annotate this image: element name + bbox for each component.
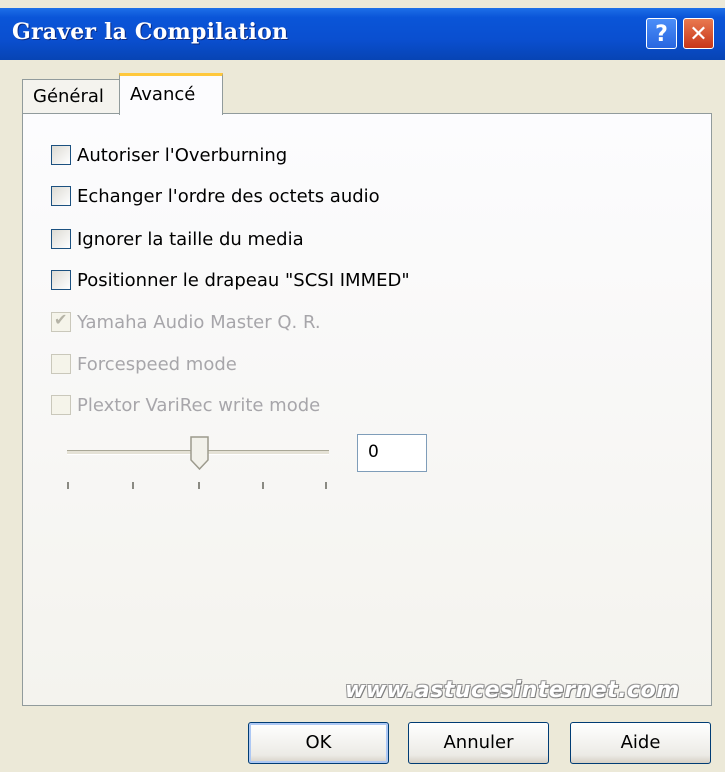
ok-button[interactable]: OK: [248, 722, 389, 764]
option-yamaha-amqr: ✔ Yamaha Audio Master Q. R.: [51, 310, 321, 334]
title-bar[interactable]: Graver la Compilation ? ✕: [0, 8, 725, 60]
watermark-text: www.astucesinternet.com: [345, 678, 680, 703]
slider-thumb[interactable]: [190, 436, 209, 470]
swap-audio-bytes-checkbox[interactable]: [51, 186, 71, 206]
option-overburning[interactable]: Autoriser l'Overburning: [51, 143, 287, 167]
window-title: Graver la Compilation: [12, 19, 289, 45]
cancel-button[interactable]: Annuler: [408, 722, 549, 764]
option-scsi-immed[interactable]: Positionner le drapeau "SCSI IMMED": [51, 268, 410, 292]
option-swap-audio-bytes[interactable]: Echanger l'ordre des octets audio: [51, 184, 380, 208]
option-label: Plextor VariRec write mode: [77, 394, 321, 416]
yamaha-amqr-checkbox: ✔: [51, 310, 71, 332]
slider-tick: [67, 482, 69, 489]
option-label: Ignorer la taille du media: [77, 228, 304, 250]
slider-tick: [198, 482, 200, 489]
checkmark-icon: ✔: [54, 310, 68, 329]
option-label: Positionner le drapeau "SCSI IMMED": [77, 269, 410, 291]
tab-advanced[interactable]: Avancé: [119, 73, 223, 115]
forcespeed-checkbox: [51, 354, 71, 374]
scsi-immed-checkbox[interactable]: [51, 270, 71, 290]
option-label: Forcespeed mode: [77, 353, 237, 375]
slider-tick: [262, 482, 264, 489]
option-label: Yamaha Audio Master Q. R.: [77, 311, 321, 333]
slider-tick: [325, 482, 327, 489]
varirec-slider[interactable]: [63, 436, 333, 496]
option-plextor-varirec: Plextor VariRec write mode: [51, 393, 320, 417]
option-ignore-media-size[interactable]: Ignorer la taille du media: [51, 227, 304, 251]
help-title-button[interactable]: ?: [646, 18, 677, 49]
option-forcespeed: Forcespeed mode: [51, 352, 237, 376]
burn-dialog: Graver la Compilation ? ✕ Général Avancé…: [0, 0, 725, 772]
varirec-value-field[interactable]: 0: [357, 434, 427, 472]
help-button[interactable]: Aide: [570, 722, 711, 764]
overburning-checkbox[interactable]: [51, 145, 71, 165]
option-label: Autoriser l'Overburning: [77, 144, 288, 166]
tab-general[interactable]: Général: [22, 79, 120, 113]
slider-tick: [132, 482, 134, 489]
close-button[interactable]: ✕: [683, 18, 714, 49]
advanced-panel: Autoriser l'Overburning Echanger l'ordre…: [22, 113, 712, 706]
ignore-media-size-checkbox[interactable]: [51, 229, 71, 249]
option-label: Echanger l'ordre des octets audio: [77, 185, 380, 207]
varirec-checkbox: [51, 395, 71, 415]
